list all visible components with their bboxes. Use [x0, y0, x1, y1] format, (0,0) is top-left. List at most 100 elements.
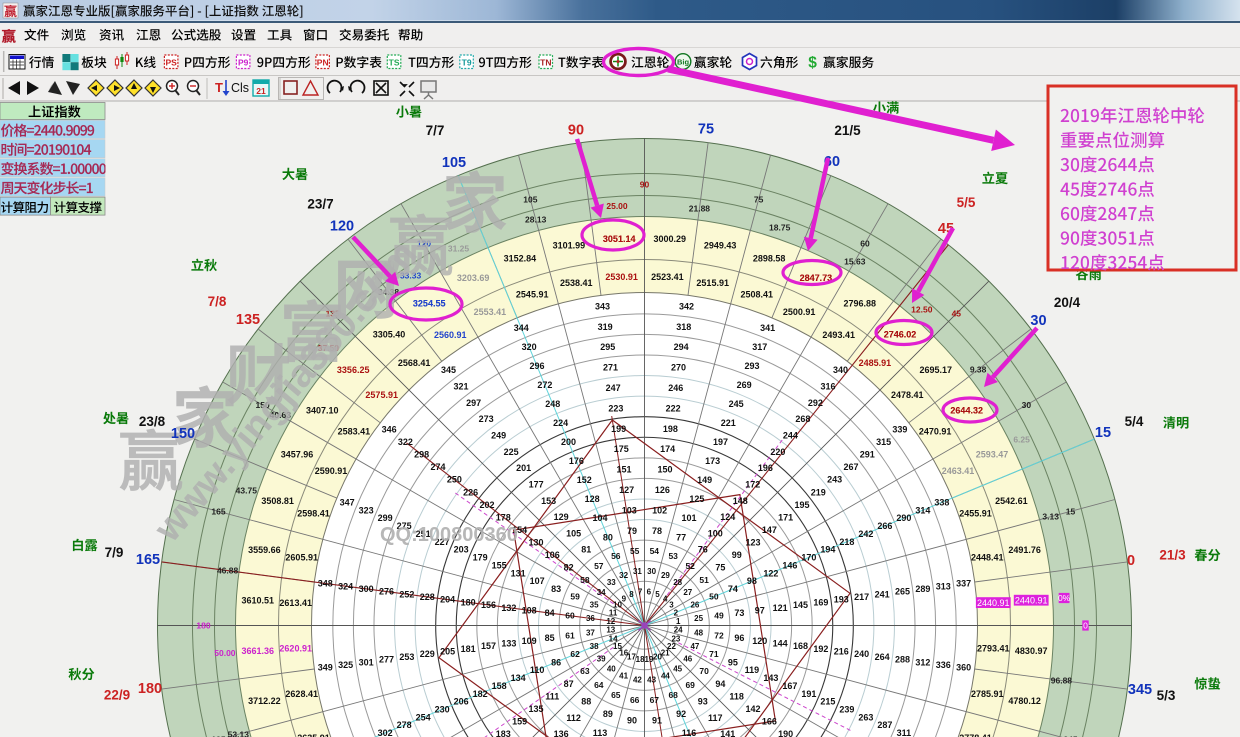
svg-text:1: 1	[676, 617, 681, 626]
svg-text:7/8: 7/8	[208, 294, 227, 309]
svg-text:117: 117	[708, 713, 723, 723]
svg-text:134: 134	[511, 673, 526, 683]
svg-text:3305.40: 3305.40	[373, 329, 406, 339]
svg-text:5/4: 5/4	[1125, 414, 1144, 429]
svg-text:249: 249	[491, 431, 506, 441]
svg-text:91: 91	[652, 716, 662, 726]
svg-text:PS: PS	[166, 58, 178, 68]
svg-text:254: 254	[416, 712, 431, 722]
svg-text:21: 21	[256, 86, 266, 96]
svg-text:253: 253	[399, 652, 414, 662]
svg-text:2598.41: 2598.41	[297, 508, 330, 518]
svg-text:69: 69	[685, 680, 695, 690]
svg-text:343: 343	[595, 302, 610, 312]
svg-text:2493.41: 2493.41	[822, 330, 855, 340]
svg-text:2593.47: 2593.47	[976, 449, 1009, 459]
svg-text:31.25: 31.25	[448, 243, 470, 253]
svg-text:180: 180	[196, 621, 210, 631]
svg-text:183: 183	[496, 729, 511, 737]
svg-text:216: 216	[834, 647, 849, 657]
svg-text:96.88: 96.88	[1051, 675, 1073, 685]
svg-text:201: 201	[516, 463, 531, 473]
svg-text:349: 349	[318, 663, 333, 673]
svg-text:20/4: 20/4	[1054, 295, 1081, 310]
svg-text:42: 42	[633, 675, 642, 684]
svg-text:4: 4	[663, 594, 668, 603]
svg-text:276: 276	[379, 587, 394, 597]
svg-text:QQ:100800360: QQ:100800360	[380, 524, 518, 546]
svg-text:28.13: 28.13	[525, 214, 547, 224]
svg-text:2: 2	[674, 608, 679, 617]
svg-text:2590.91: 2590.91	[315, 466, 348, 476]
svg-text:76: 76	[698, 545, 708, 555]
svg-text:109: 109	[522, 636, 537, 646]
svg-text:28: 28	[673, 578, 682, 587]
svg-text:181: 181	[461, 644, 476, 654]
svg-text:217: 217	[854, 592, 869, 602]
svg-text:35: 35	[590, 600, 599, 609]
svg-text:158: 158	[492, 681, 507, 691]
svg-text:122: 122	[763, 568, 778, 578]
svg-text:346: 346	[382, 425, 397, 435]
svg-text:12: 12	[606, 617, 615, 626]
svg-text:268: 268	[795, 414, 810, 424]
svg-text:166: 166	[762, 717, 777, 727]
svg-text:2628.41: 2628.41	[285, 689, 318, 699]
svg-text:105: 105	[442, 155, 466, 171]
svg-text:100: 100	[708, 528, 723, 538]
svg-text:2553.41: 2553.41	[474, 307, 507, 317]
svg-text:2898.58: 2898.58	[753, 254, 786, 264]
svg-text:204: 204	[440, 595, 455, 605]
svg-text:165: 165	[136, 552, 160, 568]
svg-text:119: 119	[745, 665, 760, 675]
svg-text:39: 39	[597, 655, 606, 664]
svg-text:171: 171	[778, 512, 793, 522]
svg-text:300: 300	[359, 584, 374, 594]
svg-text:83: 83	[551, 584, 561, 594]
svg-text:202: 202	[479, 500, 494, 510]
svg-text:108: 108	[522, 606, 537, 616]
svg-text:74: 74	[728, 584, 738, 594]
svg-text:313: 313	[936, 581, 951, 591]
svg-text:323: 323	[359, 505, 374, 515]
svg-text:$: $	[808, 55, 817, 72]
svg-text:136: 136	[554, 729, 569, 737]
svg-text:73: 73	[734, 608, 744, 618]
svg-text:2440.91: 2440.91	[977, 598, 1010, 608]
svg-text:250: 250	[447, 475, 462, 485]
svg-text:T: T	[215, 80, 223, 95]
svg-text:40: 40	[607, 665, 616, 674]
svg-text:PN: PN	[317, 58, 329, 68]
svg-text:60: 60	[860, 239, 870, 249]
svg-text:30: 30	[1022, 400, 1032, 410]
svg-text:241: 241	[875, 589, 890, 599]
svg-text:30: 30	[1030, 313, 1046, 329]
svg-text:2448.41: 2448.41	[971, 553, 1004, 563]
svg-text:267: 267	[843, 462, 858, 472]
svg-text:314: 314	[915, 505, 930, 515]
svg-text:94: 94	[715, 679, 725, 689]
svg-text:278: 278	[397, 720, 412, 730]
svg-text:150: 150	[657, 465, 672, 475]
svg-text:53.13: 53.13	[228, 729, 250, 737]
svg-text:317: 317	[752, 342, 767, 352]
svg-text:2575.91: 2575.91	[365, 390, 398, 400]
svg-text:37: 37	[586, 628, 595, 637]
svg-text:225: 225	[504, 447, 519, 457]
svg-text:2778.41: 2778.41	[959, 733, 992, 737]
svg-text:190: 190	[778, 729, 793, 737]
svg-text:2644.32: 2644.32	[950, 405, 983, 415]
svg-text:272: 272	[537, 380, 552, 390]
svg-text:269: 269	[737, 380, 752, 390]
svg-text:51: 51	[699, 575, 709, 585]
svg-text:67: 67	[650, 695, 660, 705]
svg-text:273: 273	[479, 414, 494, 424]
svg-text:220: 220	[770, 447, 785, 457]
svg-text:93: 93	[698, 697, 708, 707]
svg-text:27: 27	[683, 588, 692, 597]
svg-text:135: 135	[236, 312, 260, 328]
svg-text:274: 274	[430, 462, 445, 472]
svg-text:336: 336	[936, 660, 951, 670]
svg-text:44: 44	[661, 672, 670, 681]
svg-text:82: 82	[564, 562, 574, 572]
